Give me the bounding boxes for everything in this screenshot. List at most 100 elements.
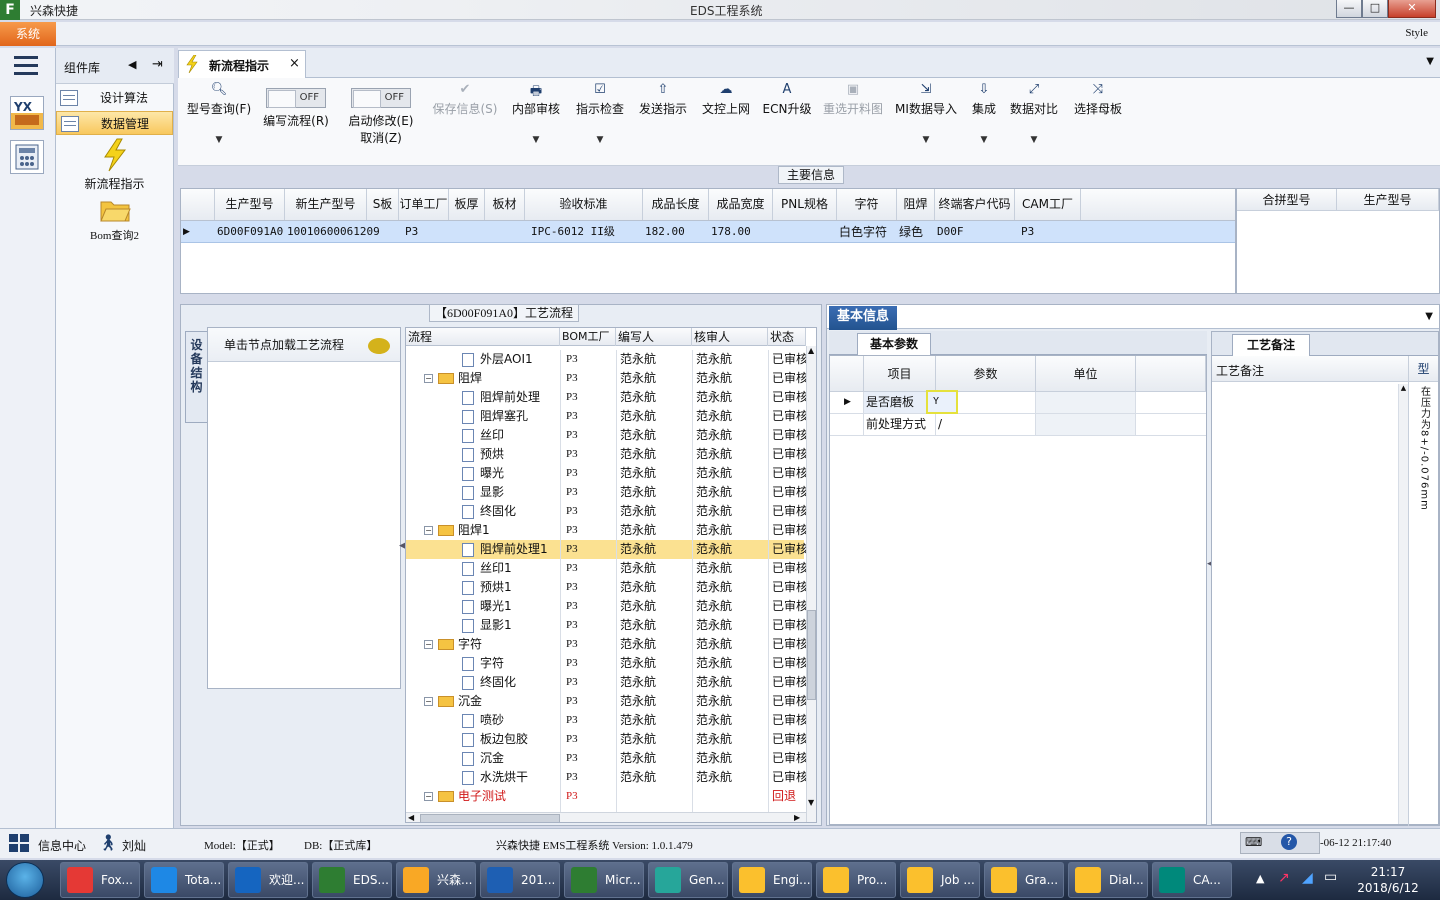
tray-expand-icon[interactable]: ▲ (1256, 872, 1264, 885)
row-selector[interactable] (830, 414, 864, 435)
tree-row[interactable]: 预烘1 P3 范永航 范永航 已审核 (406, 578, 806, 597)
col-header[interactable]: 验收标准 (525, 189, 643, 220)
tree-row[interactable]: 曝光1 P3 范永航 范永航 已审核 (406, 597, 806, 616)
col-header[interactable]: 合拼型号 (1237, 189, 1337, 211)
col-header[interactable]: 项目 (864, 356, 936, 392)
cancel-label[interactable]: 取消(Z) (342, 129, 420, 146)
yx-module-icon[interactable]: YX (10, 96, 44, 130)
collapse-node-icon[interactable]: − (424, 792, 433, 801)
param-value-input[interactable]: Y (926, 390, 958, 414)
edit-flow-switch[interactable]: OFF (266, 88, 326, 108)
scroll-down-icon[interactable]: ▼ (808, 798, 814, 807)
tree-row[interactable]: 板边包胶 P3 范永航 范永航 已审核 (406, 730, 806, 749)
col-header[interactable]: 板材 (485, 189, 525, 220)
pin-panel-icon[interactable]: ⇥ (152, 57, 163, 72)
collapse-node-icon[interactable]: − (424, 640, 433, 649)
upload-doc-button[interactable]: ☁ 文控上网 (700, 82, 752, 117)
keyboard-icon[interactable]: ⌨ (1245, 835, 1262, 849)
col-header[interactable]: 终端客户代码 (935, 189, 1015, 220)
start-edit-switch[interactable]: OFF (351, 88, 411, 108)
table-row[interactable]: 前处理方式 / (830, 414, 1206, 436)
col-header[interactable]: 单位 (1036, 356, 1136, 392)
tree-row[interactable]: 终固化 P3 范永航 范永航 已审核 (406, 502, 806, 521)
collapse-node-icon[interactable]: − (424, 697, 433, 706)
tree-row[interactable]: 丝印 P3 范永航 范永航 已审核 (406, 426, 806, 445)
tree-row[interactable]: − 电子测试 P3 回退 (406, 787, 804, 806)
tab-new-flow-instruction[interactable]: 新流程指示 × (178, 50, 306, 78)
integrate-button[interactable]: ⇩ 集成 ▼ (966, 82, 1002, 145)
check-instruction-button[interactable]: ☑ 指示检查 ▼ (574, 82, 626, 145)
tree-row[interactable]: 外层AOI1 P3 范永航 范永航 已审核 (406, 350, 806, 369)
ecn-upgrade-button[interactable]: A ECN升级 (762, 82, 812, 117)
reselect-image-button[interactable]: ▣ 重选开料图 (820, 82, 886, 117)
taskbar-item[interactable]: CA... (1152, 862, 1232, 898)
param-value[interactable]: / (936, 414, 1036, 435)
scrollbar-thumb[interactable] (420, 814, 560, 822)
col-header[interactable]: 订单工厂 (399, 189, 449, 220)
tree-row[interactable]: 水洗烘干 P3 范永航 范永航 已审核 (406, 768, 806, 787)
collapse-node-icon[interactable]: − (424, 374, 433, 383)
tab-close-icon[interactable]: × (289, 56, 300, 71)
col-header[interactable]: S板 (367, 189, 399, 220)
tree-row[interactable]: − 阻焊1 P3 范永航 范永航 已审核 (406, 521, 806, 540)
close-window-button[interactable]: ✕ (1388, 0, 1436, 18)
table-cell[interactable]: 10010600061209 (285, 221, 380, 243)
tree-row[interactable]: 阻焊前处理 P3 范永航 范永航 已审核 (406, 388, 806, 407)
taskbar-item[interactable]: Job ... (900, 862, 980, 898)
table-cell[interactable]: P3 (399, 221, 449, 243)
save-info-button[interactable]: ✔ 保存信息(S) (428, 82, 502, 117)
table-cell[interactable]: 6D00F091A0 (215, 221, 285, 243)
taskbar-item[interactable]: Fox... (60, 862, 140, 898)
taskbar-item[interactable]: Gen... (648, 862, 728, 898)
notes-scrollbar[interactable]: ▲ (1398, 384, 1408, 824)
col-header[interactable]: 字符 (837, 189, 897, 220)
table-cell[interactable] (367, 221, 399, 243)
tree-row[interactable]: 阻焊前处理1 P3 范永航 范永航 已审核 (406, 540, 806, 559)
table-cell[interactable]: 白色字符 (837, 221, 897, 243)
start-edit-toggle[interactable]: OFF 启动修改(E) 取消(Z) (342, 82, 420, 146)
tree-row[interactable]: 预烘 P3 范永航 范永航 已审核 (406, 445, 806, 464)
col-header[interactable]: CAM工厂 (1015, 189, 1081, 220)
tray-monitor-icon[interactable]: ▭ (1324, 869, 1337, 885)
table-cell[interactable] (449, 221, 485, 243)
taskbar-item[interactable]: Dial... (1068, 862, 1148, 898)
tray-network-icon[interactable]: ◢ (1302, 870, 1313, 886)
taskbar-item[interactable]: 欢迎... (228, 862, 308, 898)
table-row[interactable]: ▶ 6D00F091A0 10010600061209 P3 IPC-6012 II级 1… (181, 221, 1235, 243)
node-load-hint[interactable]: 单击节点加载工艺流程 (208, 328, 400, 362)
horizontal-scrollbar[interactable]: ◀ ▶ (406, 812, 806, 822)
tree-row[interactable]: 阻焊塞孔 P3 范永航 范永航 已审核 (406, 407, 806, 426)
table-cell[interactable] (773, 221, 837, 243)
collapse-left-icon[interactable]: ◀ (128, 58, 136, 71)
equipment-structure-tab[interactable]: 设备结构 (185, 331, 207, 423)
taskbar-item[interactable]: Gra... (984, 862, 1064, 898)
start-button-icon[interactable] (6, 862, 44, 898)
comp-item-design-algorithm[interactable]: 设计算法 (56, 86, 173, 110)
tree-row[interactable]: 显影 P3 范永航 范永航 已审核 (406, 483, 806, 502)
col-header[interactable]: BOM工厂 (560, 328, 616, 346)
tree-row[interactable]: 丝印1 P3 范永航 范永航 已审核 (406, 559, 806, 578)
scroll-right-icon[interactable]: ▶ (794, 813, 800, 822)
scroll-up-icon[interactable]: ▲ (808, 346, 814, 355)
table-cell[interactable]: P3 (1015, 221, 1081, 243)
col-header[interactable]: 新生产型号 (285, 189, 367, 220)
style-menu[interactable]: Style (1405, 27, 1428, 39)
col-header[interactable]: 生产型号 (1337, 189, 1439, 211)
col-header[interactable]: 流程 (406, 328, 560, 346)
calculator-module-icon[interactable] (10, 140, 44, 174)
col-header[interactable]: 成品长度 (643, 189, 709, 220)
col-header[interactable]: 工艺备注 (1216, 362, 1264, 379)
col-header[interactable]: 板厚 (449, 189, 485, 220)
tray-tools[interactable]: ⌨ ? (1240, 832, 1320, 854)
col-header[interactable]: 成品宽度 (709, 189, 773, 220)
send-instruction-button[interactable]: ⇧ 发送指示 (636, 82, 690, 117)
collapse-node-icon[interactable]: − (424, 526, 433, 535)
tab-process-notes[interactable]: 工艺备注 (1232, 334, 1310, 356)
col-header[interactable]: 型 (1409, 356, 1438, 382)
taskbar-item[interactable]: Pro... (816, 862, 896, 898)
tab-basic-params[interactable]: 基本参数 (857, 333, 931, 355)
scroll-up-icon[interactable]: ▲ (1399, 384, 1408, 392)
windows-grid-icon[interactable] (8, 833, 30, 853)
table-cell[interactable]: D00F (935, 221, 1015, 243)
tree-row[interactable]: 终固化 P3 范永航 范永航 已审核 (406, 673, 806, 692)
